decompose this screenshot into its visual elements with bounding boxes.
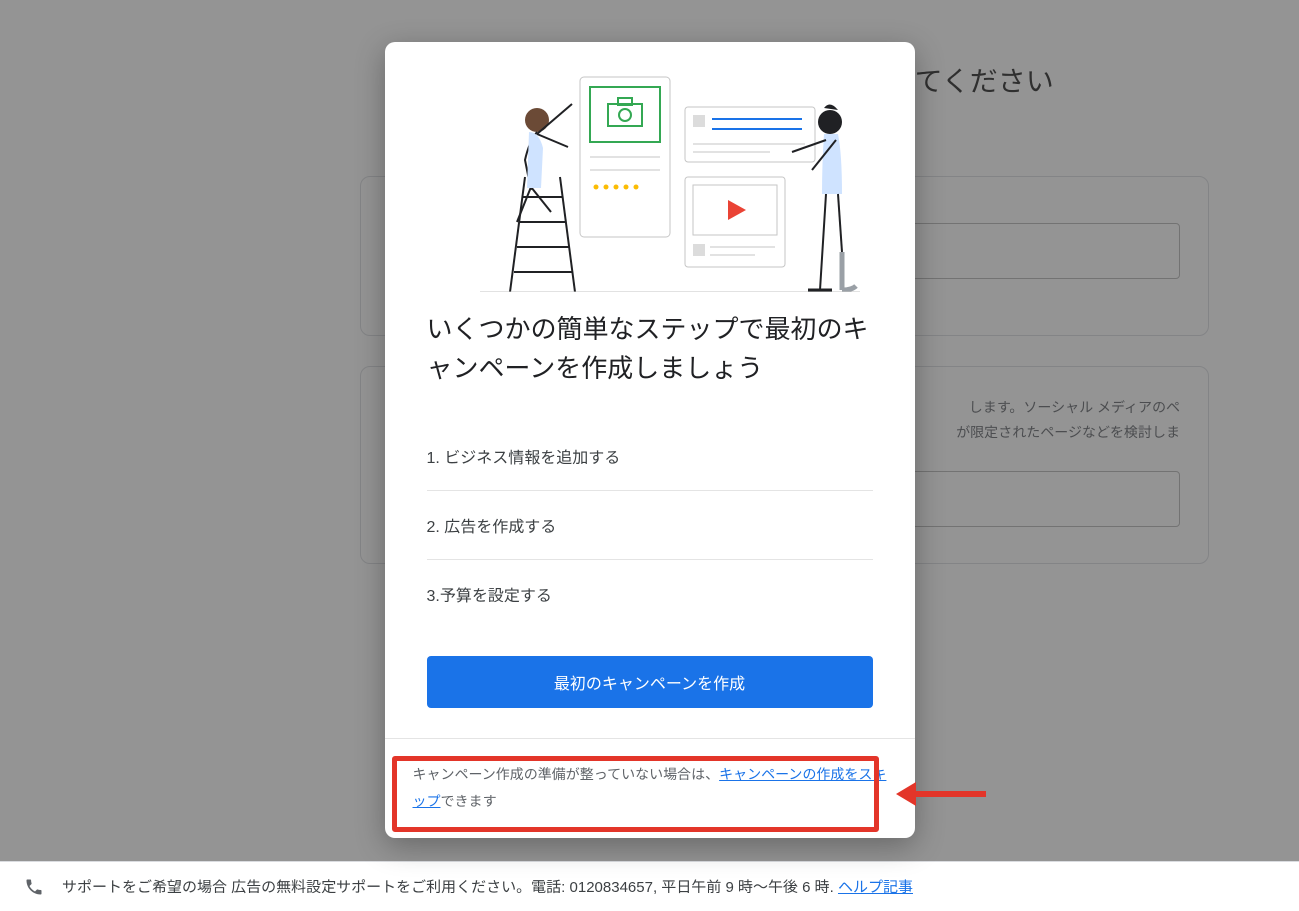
help-link[interactable]: ヘルプ記事 [838,879,913,896]
phone-icon [24,877,44,897]
page-root: を追加してください 表示されます します。ソーシャル メディアのペ [0,0,1299,911]
create-first-campaign-button[interactable]: 最初のキャンペーンを作成 [427,656,873,708]
modal-footer: キャンペーン作成の準備が整っていない場合は、キャンペーンの作成をスキップできます [385,738,915,838]
modal-heading: いくつかの簡単なステップで最初のキャンペーンを作成しましょう [427,310,873,388]
skip-text-before: キャンペーン作成の準備が整っていない場合は、 [413,766,720,782]
step-1: 1. ビジネス情報を追加する [427,422,873,491]
onboarding-illustration [385,42,915,302]
step-3: 3.予算を設定する [427,560,873,628]
onboarding-steps: 1. ビジネス情報を追加する 2. 広告を作成する 3.予算を設定する [427,422,873,628]
onboarding-modal: いくつかの簡単なステップで最初のキャンペーンを作成しましょう 1. ビジネス情報… [385,42,915,838]
skip-text-after: できます [441,793,497,809]
footer-hours: , 平日午前 9 時〜午後 6 時. [653,879,838,896]
modal-body: いくつかの簡単なステップで最初のキャンペーンを作成しましょう 1. ビジネス情報… [385,302,915,738]
footer-text: サポートをご希望の場合 広告の無料設定サポートをご利用ください。電話: 0120… [62,876,913,897]
footer-text-before: サポートをご希望の場合 広告の無料設定サポートをご利用ください。電話: [62,879,570,896]
step-2: 2. 広告を作成する [427,491,873,560]
support-footer: サポートをご希望の場合 広告の無料設定サポートをご利用ください。電話: 0120… [0,861,1299,911]
footer-phone: 0120834657 [570,879,653,896]
